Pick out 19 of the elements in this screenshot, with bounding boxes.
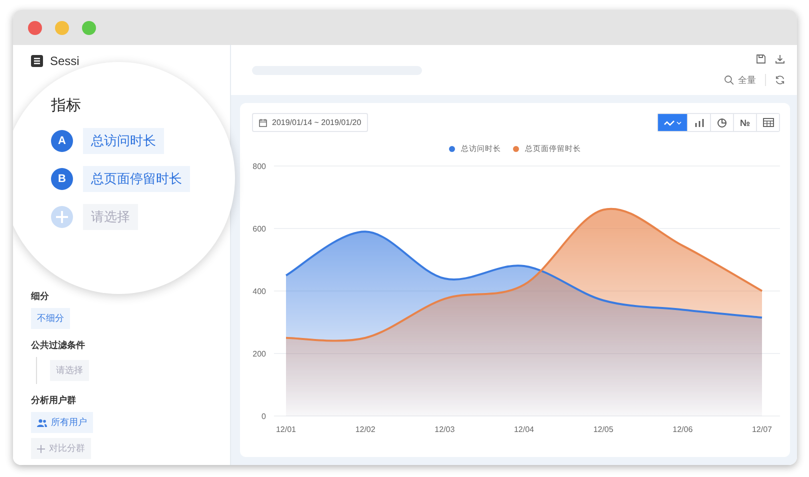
x-axis-label: 12/07	[752, 425, 772, 434]
x-axis-label: 12/01	[276, 425, 296, 434]
x-axis-label: 12/04	[514, 425, 534, 434]
x-axis-label: 12/03	[434, 425, 455, 434]
panel-heading: 指标	[51, 96, 82, 115]
report-title: Sessi	[50, 54, 80, 68]
x-axis-label: 12/02	[355, 425, 376, 434]
y-axis-label: 800	[252, 162, 266, 171]
metric-badge: B	[51, 168, 73, 190]
x-axis-label: 12/06	[672, 425, 693, 434]
section-label: 分析用户群	[31, 394, 76, 407]
section-label: 公共过滤条件	[31, 339, 85, 352]
y-axis-label: 400	[252, 287, 266, 296]
y-axis-label: 600	[252, 224, 266, 234]
metric-badge: A	[51, 130, 73, 152]
x-axis-label: 12/05	[593, 425, 614, 434]
y-axis-label: 200	[252, 350, 266, 358]
section-label: 细分	[31, 290, 49, 303]
y-axis-label: 0	[262, 412, 266, 421]
